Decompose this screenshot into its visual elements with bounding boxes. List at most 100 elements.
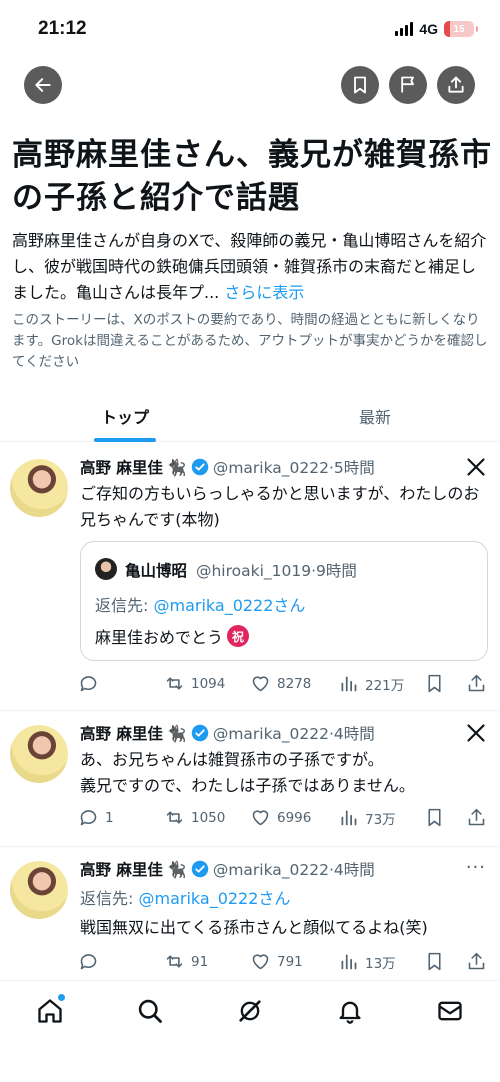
- battery-tip: [476, 26, 478, 32]
- status-bar: 21:12 4G 15: [0, 0, 500, 60]
- reply-mention[interactable]: @marika_0222さん: [153, 596, 305, 615]
- notifications-icon: [339, 1001, 361, 1024]
- repost-count: 1050: [191, 809, 226, 826]
- quote-header: 亀山博昭 @hiroaki_1019·9時間: [125, 559, 357, 581]
- repost-button[interactable]: 1094: [164, 673, 225, 694]
- avatar[interactable]: [10, 459, 68, 517]
- post[interactable]: 高野 麻里佳 🐈‍⬛ @marika_0222·4時間 あ、お兄ちゃんは雑賀孫市…: [0, 711, 500, 847]
- share-post-button[interactable]: [466, 807, 487, 828]
- tab-latest[interactable]: 最新: [250, 390, 500, 441]
- repost-icon: [166, 955, 183, 968]
- post[interactable]: 高野 麻里佳 🐈‍⬛ @marika_0222·4時間 ··· 返信先: @ma…: [0, 847, 500, 980]
- quoted-post[interactable]: 亀山博昭 @hiroaki_1019·9時間 返信先: @marika_0222…: [80, 541, 488, 661]
- bookmark-post-button[interactable]: [424, 951, 445, 972]
- repost-count: 91: [191, 953, 209, 970]
- views-button[interactable]: 73万: [338, 807, 396, 828]
- quote-text: 麻里佳おめでとう 祝: [95, 624, 250, 648]
- avatar[interactable]: [10, 725, 68, 783]
- reply-icon: [80, 810, 97, 826]
- repost-button[interactable]: 91: [164, 951, 208, 972]
- reply-button[interactable]: [78, 673, 105, 694]
- grok-disclaimer: このストーリーは、Xのポストの要約であり、時間の経過とともに新しくなります。Gr…: [12, 312, 488, 370]
- post-text: 戦国無双に出てくる孫市さんと顔似てるよね(笑): [80, 918, 428, 937]
- share-button[interactable]: [437, 66, 475, 104]
- nav-search[interactable]: [136, 997, 164, 1025]
- verified-badge-icon: [191, 860, 209, 878]
- battery-icon: 15: [444, 21, 474, 37]
- repost-count: 1094: [191, 675, 226, 692]
- reply-mention[interactable]: @marika_0222さん: [138, 889, 290, 908]
- black-cat-icon: 🐈‍⬛: [166, 859, 187, 879]
- back-button[interactable]: [24, 66, 62, 104]
- nav-home[interactable]: [36, 994, 65, 1025]
- reply-to: 返信先: @marika_0222さん: [80, 885, 290, 909]
- bookmark-button[interactable]: [341, 66, 379, 104]
- like-count: 791: [277, 953, 303, 970]
- report-button[interactable]: [389, 66, 427, 104]
- post-actions: 1 1050 6996 73万: [78, 807, 490, 831]
- story-summary: 高野麻里佳さんが自身のXで、殺陣師の義兄・亀山博昭さんを紹介し、彼が戦国時代の鉄…: [12, 228, 488, 306]
- repost-button[interactable]: 1050: [164, 807, 225, 828]
- views-button[interactable]: 13万: [338, 951, 396, 972]
- story-tabs: トップ 最新: [0, 390, 500, 442]
- story-title: 高野麻里佳さん、義兄が雑賀孫市の子孫と紹介で話題: [12, 137, 492, 216]
- post[interactable]: 高野 麻里佳 🐈‍⬛ @marika_0222·5時間 ご存知の方もいらっしゃる…: [0, 443, 500, 711]
- post-actions: 1094 8278 221万: [78, 673, 490, 697]
- author-name[interactable]: 高野 麻里佳: [80, 456, 163, 478]
- post-actions: 91 791 13万: [78, 951, 490, 975]
- quote-avatar[interactable]: [95, 558, 117, 580]
- reply-button[interactable]: 1: [78, 807, 114, 828]
- bookmark-icon: [354, 76, 366, 94]
- share-post-button[interactable]: [466, 951, 487, 972]
- bookmark-post-button[interactable]: [424, 807, 445, 828]
- quote-handle-and-time: @hiroaki_1019·9時間: [195, 562, 357, 580]
- author-name[interactable]: 高野 麻里佳: [80, 722, 163, 744]
- like-count: 6996: [277, 809, 312, 826]
- view-count: 73万: [365, 811, 396, 828]
- nav-notifications[interactable]: [336, 997, 364, 1025]
- like-button[interactable]: 8278: [250, 673, 311, 694]
- handle-and-time: @marika_0222·4時間: [212, 861, 375, 879]
- nav-messages[interactable]: [436, 997, 464, 1025]
- post-header: 高野 麻里佳 🐈‍⬛ @marika_0222·4時間: [80, 858, 375, 880]
- celebration-emoji-icon: 祝: [227, 625, 250, 647]
- reply-button[interactable]: [78, 951, 105, 972]
- more-options-icon[interactable]: ···: [466, 857, 486, 878]
- like-count: 8278: [277, 675, 312, 692]
- tab-latest-label: 最新: [358, 408, 391, 427]
- reply-count: 1: [105, 809, 114, 826]
- bottom-nav: [0, 980, 500, 1042]
- views-button[interactable]: 221万: [338, 673, 404, 694]
- author-name[interactable]: 高野 麻里佳: [80, 858, 163, 880]
- post-header: 高野 麻里佳 🐈‍⬛ @marika_0222·5時間: [80, 456, 375, 478]
- share-icon: [468, 952, 485, 970]
- bookmark-icon: [428, 952, 441, 971]
- notification-dot: [58, 994, 65, 1001]
- post-header: 高野 麻里佳 🐈‍⬛ @marika_0222·4時間: [80, 722, 375, 744]
- messages-icon: [438, 1001, 462, 1021]
- show-more-link[interactable]: さらに表示: [224, 283, 304, 302]
- bookmark-icon: [428, 808, 441, 827]
- views-chart-icon: [341, 954, 357, 970]
- like-button[interactable]: 791: [250, 951, 303, 972]
- views-chart-icon: [341, 676, 357, 692]
- network-type: 4G: [419, 21, 438, 37]
- nav-grok[interactable]: [236, 997, 264, 1025]
- quote-author-name: 亀山博昭: [125, 562, 188, 580]
- tab-top[interactable]: トップ: [0, 390, 250, 442]
- like-button[interactable]: 6996: [250, 807, 311, 828]
- handle-and-time: @marika_0222·5時間: [212, 459, 375, 477]
- x-logo-icon: [467, 724, 485, 742]
- active-tab-indicator: [94, 438, 156, 442]
- views-chart-icon: [341, 810, 357, 826]
- avatar[interactable]: [10, 861, 68, 919]
- heart-icon: [252, 954, 269, 970]
- heart-icon: [252, 810, 269, 826]
- bookmark-post-button[interactable]: [424, 673, 445, 694]
- bookmark-icon: [428, 674, 441, 693]
- search-icon: [138, 999, 162, 1023]
- post-text: あ、お兄ちゃんは雑賀孫市の子孫ですが。 義兄ですので、わたしは子孫ではありません…: [80, 750, 415, 795]
- verified-badge-icon: [191, 724, 209, 742]
- share-post-button[interactable]: [466, 673, 487, 694]
- heart-icon: [252, 676, 269, 692]
